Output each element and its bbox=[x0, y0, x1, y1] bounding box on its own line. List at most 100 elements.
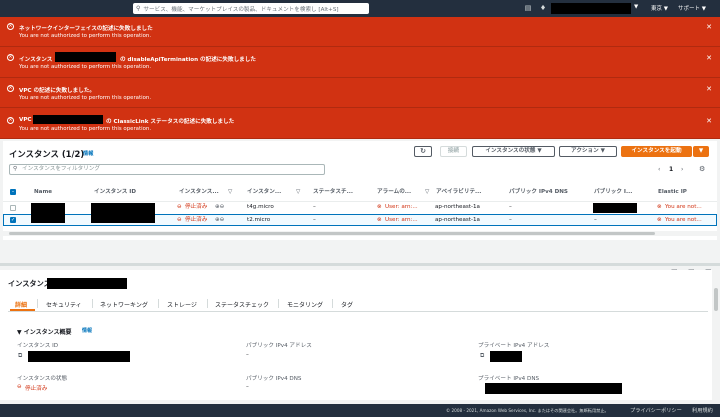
detail-tabs: 詳細 セキュリティ ネットワーキング ストレージ ステータスチェック モニタリン… bbox=[8, 295, 708, 312]
actions-button[interactable]: アクション ▼ bbox=[559, 146, 617, 157]
instance-type: t4g.micro bbox=[247, 204, 274, 210]
availability-zone: ap-northeast-1a bbox=[435, 217, 480, 223]
next-page-icon[interactable]: › bbox=[681, 166, 683, 173]
col-instance-state[interactable]: インスタンス... bbox=[179, 186, 219, 199]
error-banner-network-interface: × ネットワークインターフェイスの記述に失敗しました You are not a… bbox=[0, 17, 720, 47]
redacted-private-ip bbox=[490, 351, 522, 362]
bell-icon[interactable]: ♦ bbox=[538, 3, 548, 13]
tab-divider bbox=[278, 299, 279, 308]
settings-icon[interactable]: ⚙ bbox=[699, 165, 705, 173]
close-icon[interactable]: ✕ bbox=[706, 54, 712, 62]
col-public-ip[interactable]: パブリック I... bbox=[594, 186, 632, 199]
terms-link[interactable]: 利用規約 bbox=[692, 407, 713, 414]
region-menu[interactable]: 東京 ▼ bbox=[651, 4, 668, 12]
prev-page-icon[interactable]: ‹ bbox=[658, 166, 660, 173]
section-info-link[interactable]: 情報 bbox=[82, 327, 92, 334]
scrollbar-thumb[interactable] bbox=[714, 288, 718, 311]
instances-info-link[interactable]: 情報 bbox=[83, 150, 93, 157]
alarm-status[interactable]: User: arn:... bbox=[385, 202, 418, 213]
error-banner-classiclink: × VPC の ClassicLink ステータスの記述に失敗しました You … bbox=[0, 108, 720, 139]
account-menu-caret[interactable]: ▼ bbox=[634, 4, 638, 10]
search-icon: ⚲ bbox=[136, 5, 141, 12]
horizontal-scrollbar[interactable] bbox=[3, 231, 717, 236]
banner-title-prefix: インスタンス bbox=[19, 57, 53, 63]
label-instance-id: インスタンス ID bbox=[17, 343, 59, 349]
col-instance-id[interactable]: インスタンス ID bbox=[94, 186, 136, 199]
elastic-ip[interactable]: You are not... bbox=[665, 215, 702, 226]
refresh-icon: ↻ bbox=[420, 147, 426, 155]
close-icon[interactable]: ✕ bbox=[706, 117, 712, 125]
col-public-dns[interactable]: パブリック IPv4 DNS bbox=[509, 186, 568, 199]
table-row-selected[interactable]: ✓ ⊖ 停止済み ⊕⊖ t2.micro – ⊗ User: arn:... a… bbox=[3, 213, 717, 226]
banner-title: ネットワークインターフェイスの記述に失敗しました bbox=[19, 26, 153, 32]
tab-storage[interactable]: ストレージ bbox=[167, 300, 197, 309]
scrollbar-thumb[interactable] bbox=[9, 232, 655, 235]
availability-zone: ap-northeast-1a bbox=[435, 204, 480, 210]
redacted-instance-id bbox=[91, 203, 155, 213]
select-all-checkbox[interactable]: – bbox=[10, 189, 16, 195]
col-elastic-ip[interactable]: Elastic IP bbox=[658, 186, 687, 199]
eip-error-icon: ⊗ bbox=[657, 217, 662, 223]
zoom-icons[interactable]: ⊕⊖ bbox=[215, 215, 224, 226]
page-number[interactable]: 1 bbox=[669, 166, 673, 173]
instance-filter-input[interactable]: ⚲ インスタンスをフィルタリング bbox=[9, 164, 325, 175]
banner-title-prefix: VPC bbox=[19, 117, 32, 123]
close-icon[interactable]: ✕ bbox=[706, 85, 712, 93]
elastic-ip[interactable]: You are not... bbox=[665, 202, 702, 213]
tab-divider bbox=[207, 299, 208, 308]
connect-button[interactable]: 接続 bbox=[440, 146, 467, 157]
tab-security[interactable]: セキュリティ bbox=[46, 300, 82, 309]
alarm-error-icon: ⊗ bbox=[377, 217, 382, 223]
filter-icon[interactable]: ▽ bbox=[425, 186, 429, 199]
banner-title-suffix: の ClassicLink ステータスの記述に失敗しました bbox=[106, 119, 235, 125]
col-instance-type[interactable]: インスタン... bbox=[247, 186, 281, 199]
active-tab-underline bbox=[10, 309, 35, 311]
instance-state-button[interactable]: インスタンスの状態 ▼ bbox=[472, 146, 555, 157]
global-search-input[interactable]: ⚲ サービス、機能、マーケットプレイスの製品、ドキュメントを検索し [Alt+S… bbox=[133, 3, 369, 14]
state-stopped-icon: ⊖ bbox=[177, 204, 182, 210]
redacted-instance-id bbox=[47, 278, 127, 289]
close-icon[interactable]: ✕ bbox=[706, 23, 712, 31]
error-icon: × bbox=[7, 117, 14, 124]
public-dns: – bbox=[509, 204, 512, 210]
tab-monitoring[interactable]: モニタリング bbox=[287, 300, 323, 309]
instance-state: 停止済み bbox=[185, 217, 208, 223]
support-menu[interactable]: サポート ▼ bbox=[678, 4, 706, 12]
refresh-button[interactable]: ↻ bbox=[414, 146, 432, 157]
col-alarm-status[interactable]: アラームの... bbox=[377, 186, 411, 199]
redacted-instance-id-value bbox=[28, 351, 130, 362]
launch-dropdown-button[interactable]: ▼ bbox=[693, 146, 709, 157]
tab-networking[interactable]: ネットワーキング bbox=[100, 300, 148, 309]
cloudshell-icon[interactable]: ▤ bbox=[523, 3, 533, 13]
privacy-link[interactable]: プライバシーポリシー bbox=[630, 407, 682, 414]
col-name[interactable]: Name bbox=[34, 186, 52, 199]
zoom-icons[interactable]: ⊕⊖ bbox=[215, 202, 224, 213]
copy-icon[interactable]: ⧉ bbox=[18, 352, 22, 360]
filter-icon[interactable]: ▽ bbox=[296, 186, 300, 199]
col-status-check[interactable]: ステータスチ... bbox=[313, 186, 353, 199]
redacted-private-dns bbox=[485, 383, 622, 394]
panel-split-handle[interactable] bbox=[0, 263, 720, 266]
status-check: – bbox=[313, 217, 316, 223]
tab-details[interactable]: 詳細 bbox=[15, 300, 27, 309]
table-row[interactable]: ⊖ 停止済み ⊕⊖ t4g.micro – ⊗ User: arn:... ap… bbox=[3, 201, 717, 213]
launch-instance-button[interactable]: インスタンスを起動 bbox=[621, 146, 692, 157]
search-placeholder: サービス、機能、マーケットプレイスの製品、ドキュメントを検索し [Alt+S] bbox=[143, 6, 339, 13]
col-availability-zone[interactable]: アベイラビリテ... bbox=[436, 186, 481, 199]
public-ip: – bbox=[594, 217, 597, 223]
alarm-status[interactable]: User: arn:... bbox=[385, 215, 418, 226]
section-instance-summary[interactable]: ▼ インスタンス概要 bbox=[17, 327, 71, 336]
footer: © 2008 - 2021, Amazon Web Services, Inc.… bbox=[0, 404, 720, 417]
detail-vertical-scrollbar[interactable] bbox=[712, 270, 720, 400]
tab-tags[interactable]: タグ bbox=[341, 300, 353, 309]
public-dns: – bbox=[509, 217, 512, 223]
label-private-dns: プライベート IPv4 DNS bbox=[478, 376, 540, 382]
tab-status-checks[interactable]: ステータスチェック bbox=[215, 300, 269, 309]
row-checkbox[interactable] bbox=[10, 205, 16, 211]
row-checkbox[interactable]: ✓ bbox=[10, 217, 16, 223]
copy-icon[interactable]: ⧉ bbox=[480, 352, 484, 360]
value-public-dns: – bbox=[246, 384, 249, 390]
banner-message: You are not authorized to perform this o… bbox=[19, 126, 152, 132]
error-icon: × bbox=[7, 54, 14, 61]
filter-icon[interactable]: ▽ bbox=[228, 186, 232, 199]
